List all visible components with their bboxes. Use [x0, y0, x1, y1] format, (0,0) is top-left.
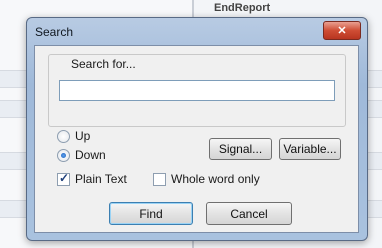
background-row — [0, 152, 26, 170]
dialog-title: Search — [35, 25, 74, 39]
radio-down[interactable] — [57, 149, 70, 162]
close-icon: ✕ — [337, 25, 347, 37]
background-row — [366, 200, 382, 218]
find-button[interactable]: Find — [109, 202, 193, 225]
cancel-button[interactable]: Cancel — [206, 202, 292, 225]
dialog-body: Search for... Up Down Signal... Variable… — [34, 45, 359, 233]
background-row — [0, 70, 26, 88]
whole-word-checkbox[interactable] — [153, 173, 166, 186]
plain-text-label: Plain Text — [75, 172, 127, 186]
background-row — [366, 152, 382, 170]
background-row — [0, 200, 26, 218]
background-row — [0, 100, 26, 118]
search-dialog: Search ✕ Search for... Up Down Signal...… — [26, 17, 368, 241]
signal-button[interactable]: Signal... — [209, 138, 272, 160]
checkmark-icon: ✓ — [59, 171, 70, 185]
background-title: EndReport — [214, 2, 271, 14]
background-row — [366, 100, 382, 118]
variable-button[interactable]: Variable... — [279, 138, 341, 160]
search-for-label: Search for... — [69, 57, 138, 71]
radio-up-label: Up — [75, 129, 91, 143]
radio-up[interactable] — [57, 130, 70, 143]
search-input[interactable] — [59, 80, 335, 101]
close-button[interactable]: ✕ — [323, 21, 361, 40]
search-for-group: Search for... — [48, 54, 346, 127]
background-row — [366, 70, 382, 88]
radio-down-label: Down — [75, 148, 106, 162]
plain-text-checkbox[interactable]: ✓ — [57, 171, 70, 186]
whole-word-label: Whole word only — [171, 172, 260, 186]
